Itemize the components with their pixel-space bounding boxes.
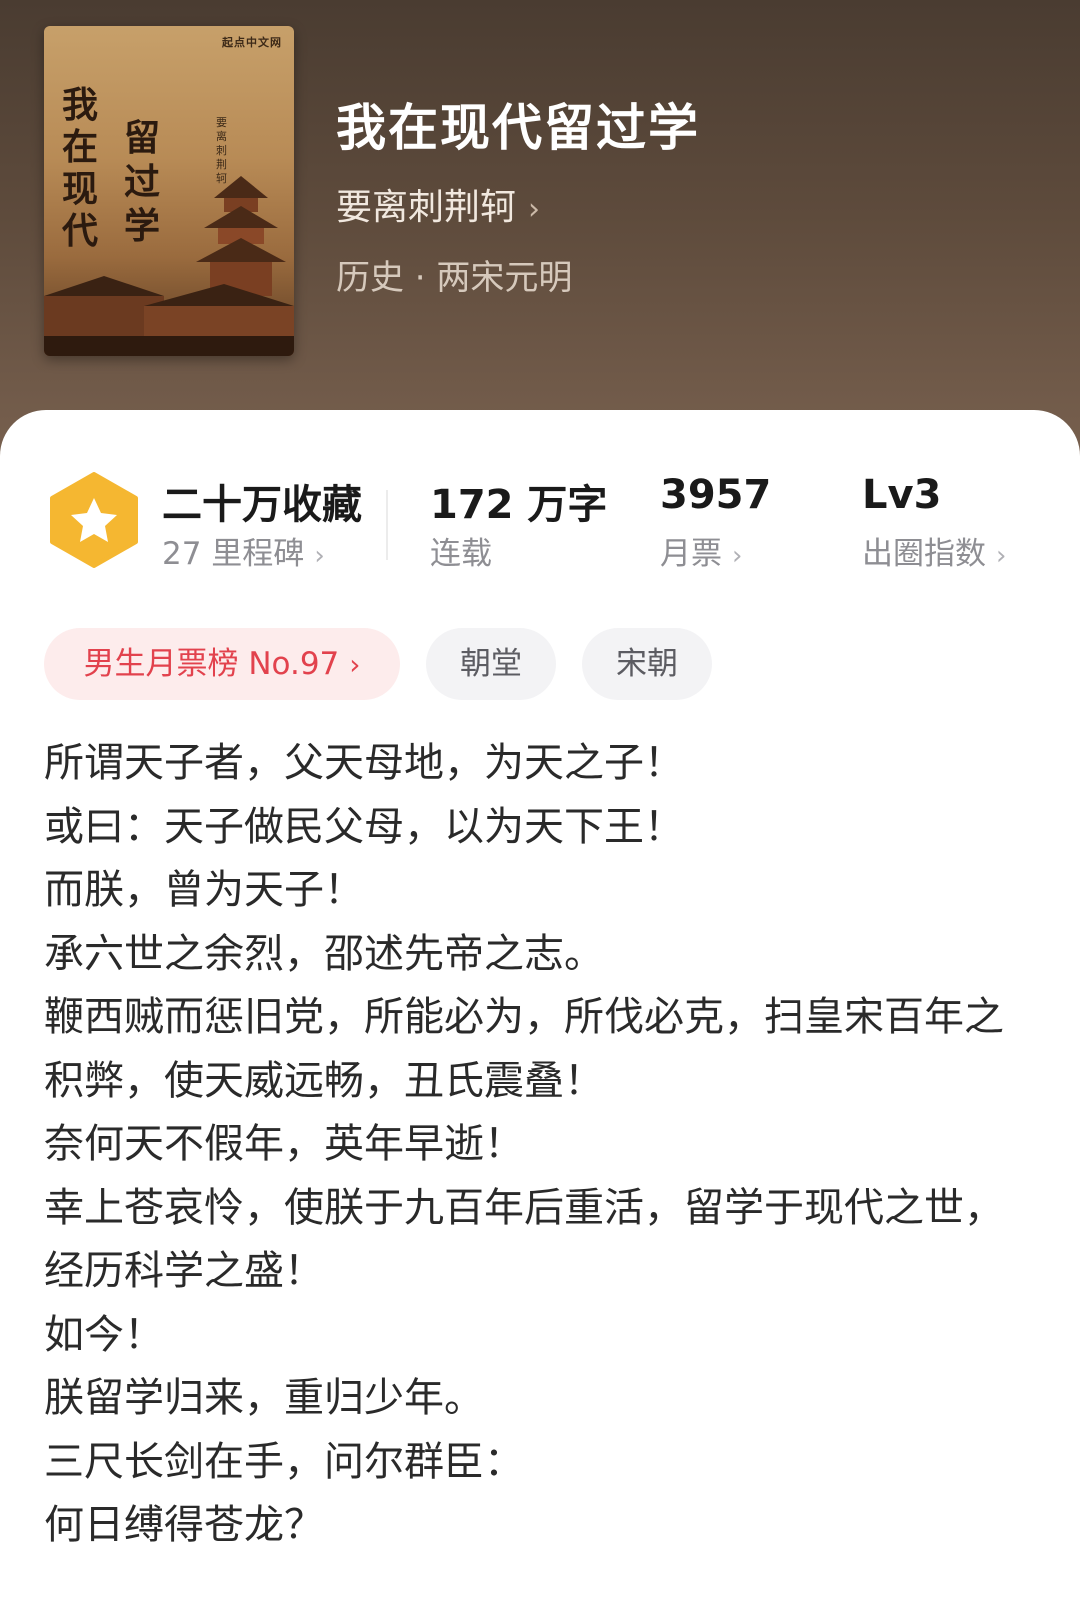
book-title: 我在现代留过学 xyxy=(336,99,700,157)
synopsis-line: 奈何天不假年，英年早逝！ xyxy=(44,1121,524,1167)
rank-tag-label: 男生月票榜 No.97 xyxy=(83,646,340,682)
tag-chaotang[interactable]: 朝堂 xyxy=(426,628,556,700)
star-icon xyxy=(50,472,138,568)
chevron-right-icon: › xyxy=(349,648,361,681)
synopsis-line: 或曰：天子做民父母，以为天下王！ xyxy=(44,803,684,850)
milestones-link[interactable]: 27 里程碑 › xyxy=(162,528,325,573)
book-cover[interactable]: 起点中文网 我在现代 留过学 要离刺荆轲 xyxy=(44,26,294,356)
palace-roofs-illustration xyxy=(44,276,294,356)
book-info-card: 二十万收藏 27 里程碑 › 172 万字 连载 3957 月票 › Lv3 出圈指… xyxy=(0,410,1080,1610)
favorites-count: 二十万收藏 xyxy=(162,482,362,528)
influence-level: Lv3 xyxy=(862,472,942,518)
monthly-votes-link[interactable]: 月票 › xyxy=(660,528,742,573)
stats-row: 二十万收藏 27 里程碑 › 172 万字 连载 3957 月票 › Lv3 出圈指… xyxy=(0,410,1080,600)
book-synopsis: 所谓天子者，父天母地，为天之子！ 或曰：天子做民父母，以为天下王！ 而朕，曾为天… xyxy=(44,732,1034,1558)
cover-title-line1: 我在现代 xyxy=(62,84,99,252)
synopsis-line: 如今！ xyxy=(44,1311,164,1358)
stats-divider xyxy=(386,490,388,560)
influence-index-link[interactable]: 出圈指数 › xyxy=(862,528,1006,573)
monthly-votes-count: 3957 xyxy=(660,472,772,518)
synopsis-line: 何日缚得苍龙？ xyxy=(44,1502,324,1548)
rank-tag[interactable]: 男生月票榜 No.97 › xyxy=(44,628,400,700)
serial-status: 连载 xyxy=(430,536,492,572)
milestones-label: 27 里程碑 xyxy=(162,536,305,572)
chevron-right-icon: › xyxy=(528,192,541,227)
cover-title-line2: 留过学 xyxy=(124,117,161,247)
synopsis-line: 三尺长剑在手，问尔群臣： xyxy=(44,1438,524,1485)
influence-index-label: 出圈指数 xyxy=(862,536,986,572)
tag-songchao[interactable]: 宋朝 xyxy=(582,628,712,700)
word-count: 172 万字 xyxy=(430,482,608,528)
chevron-right-icon: › xyxy=(314,541,325,571)
author-name: 要离刺荆轲 xyxy=(336,187,517,228)
synopsis-line: 幸上苍哀怜，使朕于九百年后重活，留学于现代之世，经历科学之盛！ xyxy=(44,1184,1004,1295)
tag-row: 男生月票榜 No.97 › 朝堂 宋朝 xyxy=(0,628,1080,704)
chevron-right-icon: › xyxy=(996,541,1007,571)
synopsis-line: 所谓天子者，父天母地，为天之子！ xyxy=(44,740,684,786)
monthly-votes-label: 月票 xyxy=(660,536,722,572)
synopsis-line: 承六世之余烈，邵述先帝之志。 xyxy=(44,930,604,977)
synopsis-line: 鞭西贼而惩旧党，所能必为，所伐必克，扫皇宋百年之积弊，使天威远畅，丑氏震叠！ xyxy=(44,994,1004,1104)
synopsis-line: 而朕，曾为天子！ xyxy=(44,867,364,913)
book-genre: 历史 · 两宋元明 xyxy=(336,258,573,298)
author-link[interactable]: 要离刺荆轲 › xyxy=(336,178,540,230)
cover-publisher: 起点中文网 xyxy=(222,36,282,49)
synopsis-line: 朕留学归来，重归少年。 xyxy=(44,1375,484,1421)
chevron-right-icon: › xyxy=(732,541,743,571)
